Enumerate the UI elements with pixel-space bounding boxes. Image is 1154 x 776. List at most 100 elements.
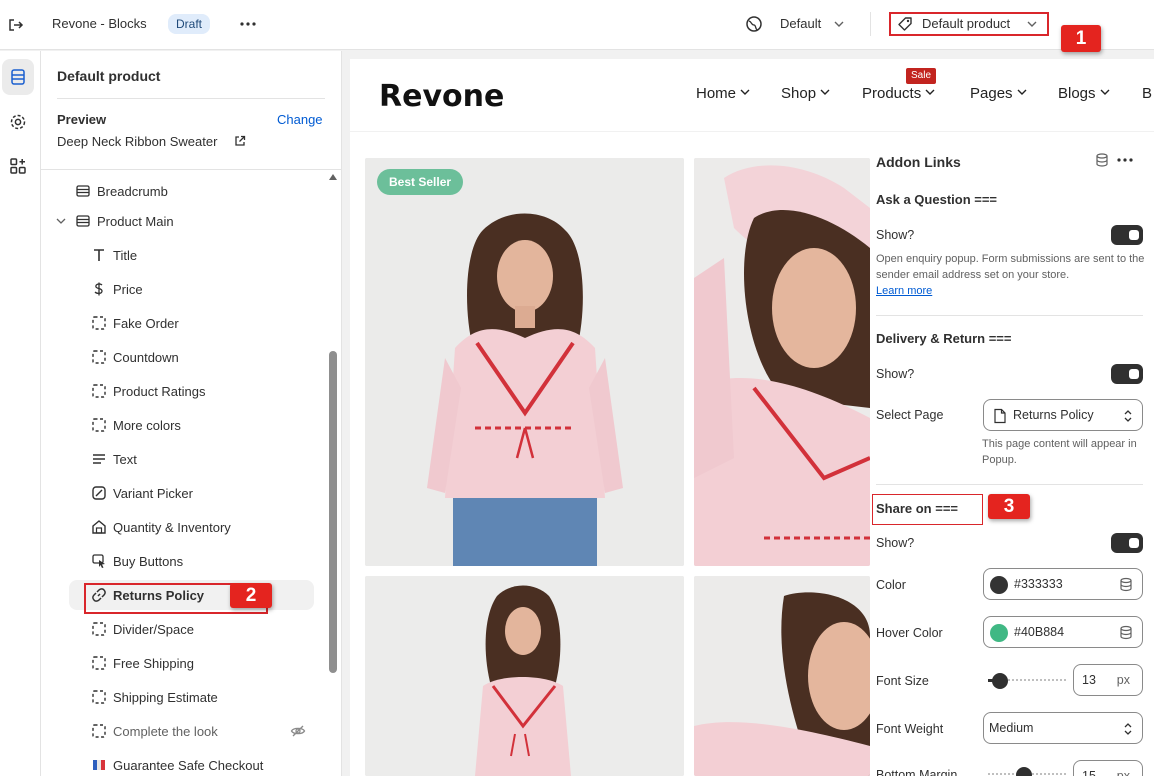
font-size-label: Font Size — [876, 674, 929, 688]
template-selector[interactable]: Default product — [922, 16, 1010, 31]
tree-item-label: Variant Picker — [113, 486, 193, 501]
preview-product: Deep Neck Ribbon Sweater — [57, 134, 218, 149]
store-logo[interactable]: Revone — [379, 79, 504, 114]
tree-item-price[interactable]: Price — [87, 274, 341, 304]
nav-label: Blogs — [1058, 85, 1096, 102]
color-swatch[interactable] — [990, 576, 1008, 594]
tree-item-countdown[interactable]: Countdown — [87, 342, 341, 372]
icon-rail — [0, 51, 41, 776]
database-icon[interactable] — [1119, 577, 1133, 592]
nav-label: Pages — [970, 85, 1013, 102]
ask-help-body: Open enquiry popup. Form submissions are… — [876, 253, 1145, 281]
theme-selector[interactable]: Default — [780, 16, 821, 31]
chevron-down-icon[interactable] — [55, 213, 67, 229]
settings-icon[interactable] — [2, 104, 34, 140]
tree-item-label: Product Main — [97, 214, 174, 229]
product-image-2[interactable] — [694, 158, 870, 566]
font-size-value: 13 — [1082, 673, 1096, 687]
product-image-3[interactable] — [365, 576, 684, 776]
nav-home[interactable]: Home — [696, 85, 750, 102]
title-icon — [91, 247, 107, 263]
globe-icon[interactable] — [745, 15, 763, 33]
nav-shop[interactable]: Shop — [781, 85, 830, 102]
share-show-toggle[interactable] — [1111, 533, 1143, 553]
tree-item-label: Complete the look — [113, 724, 218, 739]
nav-more[interactable]: B — [1142, 85, 1152, 102]
bottom-margin-input[interactable]: 15 px — [1073, 760, 1143, 776]
tree-item-variant-picker[interactable]: Variant Picker — [87, 478, 341, 508]
delivery-return-section: Delivery & Return === — [876, 331, 1012, 346]
tree-item-label: Fake Order — [113, 316, 179, 331]
tree-item-complete-the-look[interactable]: Complete the look — [87, 716, 341, 746]
ask-show-toggle[interactable] — [1111, 225, 1143, 245]
tree-item-fake-order[interactable]: Fake Order — [87, 308, 341, 338]
delivery-show-label: Show? — [876, 367, 915, 381]
chevron-down-icon — [1017, 89, 1027, 95]
bottom-margin-slider-handle[interactable] — [1016, 767, 1032, 776]
tree-item-shipping-estimate[interactable]: Shipping Estimate — [87, 682, 341, 712]
nav-pages[interactable]: Pages — [970, 85, 1027, 102]
preview-label: Preview — [57, 112, 107, 127]
tag-icon — [897, 16, 913, 32]
chevron-down-icon[interactable] — [1026, 18, 1038, 30]
sections-icon[interactable] — [2, 59, 34, 95]
share-show-label: Show? — [876, 536, 915, 550]
nav-label: Shop — [781, 85, 817, 102]
color-picker[interactable]: #333333 — [983, 568, 1143, 600]
divider — [57, 98, 325, 99]
nav-blogs[interactable]: Blogs — [1058, 85, 1110, 102]
tree-item-buy-buttons[interactable]: Buy Buttons — [87, 546, 341, 576]
learn-more-link[interactable]: Learn more — [876, 285, 932, 297]
variant-icon — [91, 485, 107, 501]
more-icon[interactable] — [238, 14, 258, 34]
database-icon[interactable] — [1119, 625, 1133, 640]
tree-item-label: More colors — [113, 418, 181, 433]
tree-item-guarantee-safe-checkout[interactable]: Guarantee Safe Checkout — [87, 750, 341, 776]
product-image-1[interactable]: Best Seller — [365, 158, 684, 566]
hover-color-swatch[interactable] — [990, 624, 1008, 642]
tree-item-more-colors[interactable]: More colors — [87, 410, 341, 440]
database-icon[interactable] — [1094, 152, 1110, 168]
external-link-icon[interactable] — [234, 135, 246, 147]
select-page-dropdown[interactable]: Returns Policy — [983, 399, 1143, 431]
eye-off-icon[interactable] — [290, 723, 306, 739]
divider — [870, 12, 871, 36]
delivery-show-toggle[interactable] — [1111, 364, 1143, 384]
tree-item-breadcrumb[interactable]: Breadcrumb — [71, 176, 331, 206]
nav-products[interactable]: Products — [862, 85, 935, 102]
tree-item-free-shipping[interactable]: Free Shipping — [87, 648, 341, 678]
tree-item-title[interactable]: Title — [87, 240, 341, 270]
product-image-4[interactable] — [694, 576, 870, 776]
font-size-unit: px — [1116, 673, 1130, 687]
more-icon[interactable] — [1116, 152, 1134, 168]
tree-item-text[interactable]: Text — [87, 444, 341, 474]
tree-item-label: Buy Buttons — [113, 554, 184, 569]
font-weight-select[interactable]: Medium — [983, 712, 1143, 744]
font-size-input[interactable]: 13 px — [1073, 664, 1143, 696]
bottom-margin-value: 15 — [1082, 769, 1096, 776]
price-icon — [91, 281, 107, 297]
hover-color-label: Hover Color — [876, 626, 943, 640]
sidebar-heading: Default product — [57, 68, 161, 84]
bottom-margin-unit: px — [1116, 769, 1130, 776]
apps-icon[interactable] — [2, 148, 34, 184]
block-icon — [91, 689, 107, 705]
tree-item-divider-space[interactable]: Divider/Space — [87, 614, 341, 644]
ask-show-label: Show? — [876, 228, 915, 242]
ask-question-section: Ask a Question === — [876, 192, 998, 207]
tree-item-product-ratings[interactable]: Product Ratings — [87, 376, 341, 406]
change-link[interactable]: Change — [277, 112, 323, 127]
chevron-down-icon[interactable] — [833, 18, 845, 30]
top-bar: Revone - Blocks Draft Default Default pr… — [0, 0, 1154, 50]
block-icon — [91, 349, 107, 365]
tree-item-label: Shipping Estimate — [113, 690, 218, 705]
tree-item-quantity-inventory[interactable]: Quantity & Inventory — [87, 512, 341, 542]
ask-help-text: Open enquiry popup. Form submissions are… — [876, 251, 1146, 299]
exit-icon[interactable] — [5, 14, 27, 36]
image-icon — [91, 757, 107, 773]
hover-color-value: #40B884 — [1014, 625, 1065, 639]
select-arrows-icon — [1123, 409, 1133, 423]
hover-color-picker[interactable]: #40B884 — [983, 616, 1143, 648]
tree-item-product-main[interactable]: Product Main — [55, 206, 315, 236]
font-size-slider-handle[interactable] — [992, 673, 1008, 689]
